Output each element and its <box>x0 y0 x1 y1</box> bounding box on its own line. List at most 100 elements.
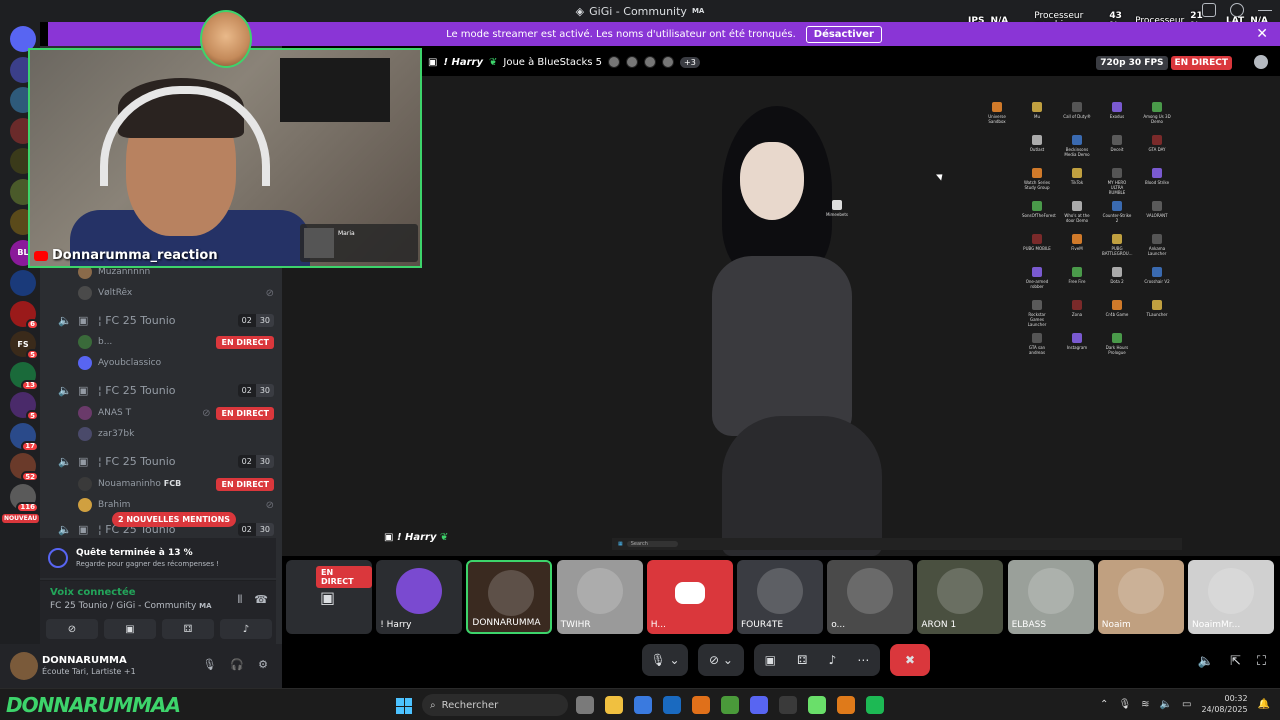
voice-user[interactable]: Ayoubclassico <box>78 353 274 373</box>
voice-channel[interactable]: 🔈 ▣ ¦ FC 25 Tounio 02 30 <box>58 380 274 400</box>
live-badge: EN DIRECT <box>216 335 274 349</box>
voice-channel[interactable]: 🔈 ▣ ¦ FC 25 Tounio 02 30 <box>58 451 274 471</box>
live-badge: EN DIRECT <box>316 566 372 588</box>
new-mentions-button[interactable]: 2 NOUVELLES MENTIONS <box>112 512 237 527</box>
leave-call-button[interactable]: ✖ <box>890 644 930 676</box>
extra-viewers[interactable]: +3 <box>680 56 700 68</box>
microphone-icon[interactable]: 🎙 <box>202 658 216 671</box>
share-screen-button[interactable]: ▣ <box>104 619 156 639</box>
disable-streamer-mode-button[interactable]: Désactiver <box>805 25 882 43</box>
taskbar-search[interactable]: ⌕ Rechercher <box>422 694 568 716</box>
voice-channel-path[interactable]: FC 25 Tounio / GiGi - Community MA <box>50 601 212 611</box>
clock[interactable]: 00:32 24/08/2025 <box>1201 693 1247 715</box>
voice-status[interactable]: Voix connectée <box>50 587 136 598</box>
streamer-name[interactable]: ! Harry <box>443 57 483 68</box>
server-icon[interactable] <box>10 270 36 296</box>
voice-user[interactable]: Nouamaninho FCB EN DIRECT <box>78 474 274 494</box>
windows-start-icon[interactable] <box>396 698 412 714</box>
chat-icon[interactable] <box>1254 55 1268 69</box>
voice-user[interactable]: b... EN DIRECT <box>78 332 274 352</box>
avatar[interactable] <box>10 652 38 680</box>
volume-icon[interactable]: 🔈 <box>1198 654 1214 669</box>
participant-tile[interactable]: NoaimMr... <box>1188 560 1274 634</box>
participant-tile[interactable]: o... <box>827 560 914 634</box>
taskbar-app-icon[interactable] <box>837 696 855 714</box>
participant-tile[interactable]: ELBASS <box>1007 560 1094 634</box>
volume-icon[interactable]: 🔈 <box>1160 699 1172 710</box>
taskbar-app-icon[interactable] <box>808 696 826 714</box>
fullscreen-icon[interactable]: ⛶ <box>1257 654 1266 669</box>
camera-toggle[interactable]: ⊘ ⌄ <box>698 644 744 676</box>
taskbar-app-icon[interactable] <box>692 696 710 714</box>
participant-tile[interactable]: ! Harry <box>376 560 463 634</box>
desktop-icon: Watch Series Study Group <box>1022 168 1052 190</box>
activities-icon[interactable]: ⚃ <box>797 653 807 667</box>
server-icon[interactable]: 5 <box>10 392 39 421</box>
voice-user[interactable]: ANAS T ⊘ EN DIRECT <box>78 403 274 423</box>
activities-button[interactable]: ⚃ <box>162 619 214 639</box>
voice-user[interactable]: VøltRêx ⊘ <box>78 283 274 303</box>
avatar <box>1027 568 1074 614</box>
soundboard-icon[interactable]: ♪ <box>829 653 837 667</box>
taskbar-app-icon[interactable] <box>605 696 623 714</box>
participant-tile[interactable]: TWIHR <box>556 560 643 634</box>
participant-tile[interactable]: FOUR4TE <box>737 560 823 634</box>
participant-tile[interactable]: H... <box>646 560 733 634</box>
microphone-icon[interactable]: 🎙 <box>1118 699 1131 710</box>
noise-suppression-icon[interactable]: ⦀ <box>237 593 242 607</box>
avatar <box>200 10 252 68</box>
battery-icon[interactable]: ▭ <box>1182 699 1191 710</box>
desktop-icon: Instagram <box>1062 333 1092 350</box>
participant-tile[interactable]: Noaim <box>1097 560 1184 634</box>
deafened-icon: ⊘ <box>265 499 274 511</box>
server-icon[interactable]: 116 <box>10 483 39 513</box>
desktop-icon: MY HERO ULTRA RUMBLE <box>1102 168 1132 195</box>
voice-user[interactable]: zar37bk <box>78 424 274 444</box>
server-icon[interactable]: FS 5 <box>10 331 39 360</box>
taskbar-app-icon[interactable] <box>576 696 594 714</box>
more-icon[interactable]: ⋯ <box>857 653 869 667</box>
desktop-icon: SonsOfTheForest <box>1022 201 1056 218</box>
monitor-icon: ▣ <box>384 532 394 543</box>
new-servers-badge: NOUVEAU <box>2 514 40 523</box>
music-widget: Maria <box>300 224 418 262</box>
desktop-icon: Zona <box>1062 300 1092 317</box>
avatar <box>78 286 92 300</box>
taskbar-app-icon[interactable] <box>779 696 797 714</box>
close-icon[interactable]: ✕ <box>1256 26 1268 42</box>
taskbar-app-icon[interactable] <box>750 696 768 714</box>
popout-icon[interactable]: ⇱ <box>1230 654 1241 669</box>
server-icon[interactable]: 6 <box>10 300 39 330</box>
chevron-up-icon[interactable]: ⌃ <box>1100 699 1108 710</box>
quest-progress[interactable]: Quête terminée à 13 % Regarde pour gagne… <box>40 538 276 578</box>
server-icon[interactable]: 13 <box>10 361 39 391</box>
server-icon[interactable]: 17 <box>10 422 39 452</box>
viewer-avatar <box>608 56 620 68</box>
taskbar-app-icon[interactable] <box>721 696 739 714</box>
speaker-icon: 🔈 <box>58 455 72 468</box>
gear-icon[interactable]: ⚙ <box>258 658 268 671</box>
toggle-camera-button[interactable]: ⊘ <box>46 619 98 639</box>
stream-video[interactable]: Universe Sandbox Mu Call of Duty® Exodus Amo… <box>282 76 1280 556</box>
soundboard-button[interactable]: ♪ <box>220 619 272 639</box>
participant-tile[interactable]: ARON 1 <box>917 560 1004 634</box>
participant-tile[interactable]: EN DIRECT ▣ <box>286 560 372 634</box>
participant-tile[interactable]: DONNARUMMA <box>466 560 553 634</box>
voice-channel[interactable]: 🔈 ▣ ¦ FC 25 Tounio 02 30 <box>58 310 274 330</box>
deafened-icon: ⊘ <box>202 407 211 419</box>
notification-icon[interactable]: 🔔 <box>1258 699 1270 710</box>
share-screen-icon[interactable]: ▣ <box>765 653 776 667</box>
banner-text: Le mode streamer est activé. Les noms d'… <box>446 28 796 40</box>
username[interactable]: DONNARUMMA <box>42 655 127 666</box>
speaker-icon: 🔈 <box>58 314 72 327</box>
taskbar-app-icon[interactable] <box>866 696 884 714</box>
taskbar-app-icon[interactable] <box>634 696 652 714</box>
headphones-icon[interactable]: 🎧 <box>230 658 244 671</box>
server-icon[interactable]: 52 <box>10 453 39 482</box>
disconnect-icon[interactable]: ☎ <box>254 593 268 607</box>
microphone-toggle[interactable]: 🎙 ⌄ <box>642 644 688 676</box>
taskbar-app-icon[interactable] <box>663 696 681 714</box>
webcam-label: Donnarumma_reaction <box>34 248 218 263</box>
wifi-icon[interactable]: ≋ <box>1141 699 1149 710</box>
desktop-icon: TikTok <box>1062 168 1092 185</box>
